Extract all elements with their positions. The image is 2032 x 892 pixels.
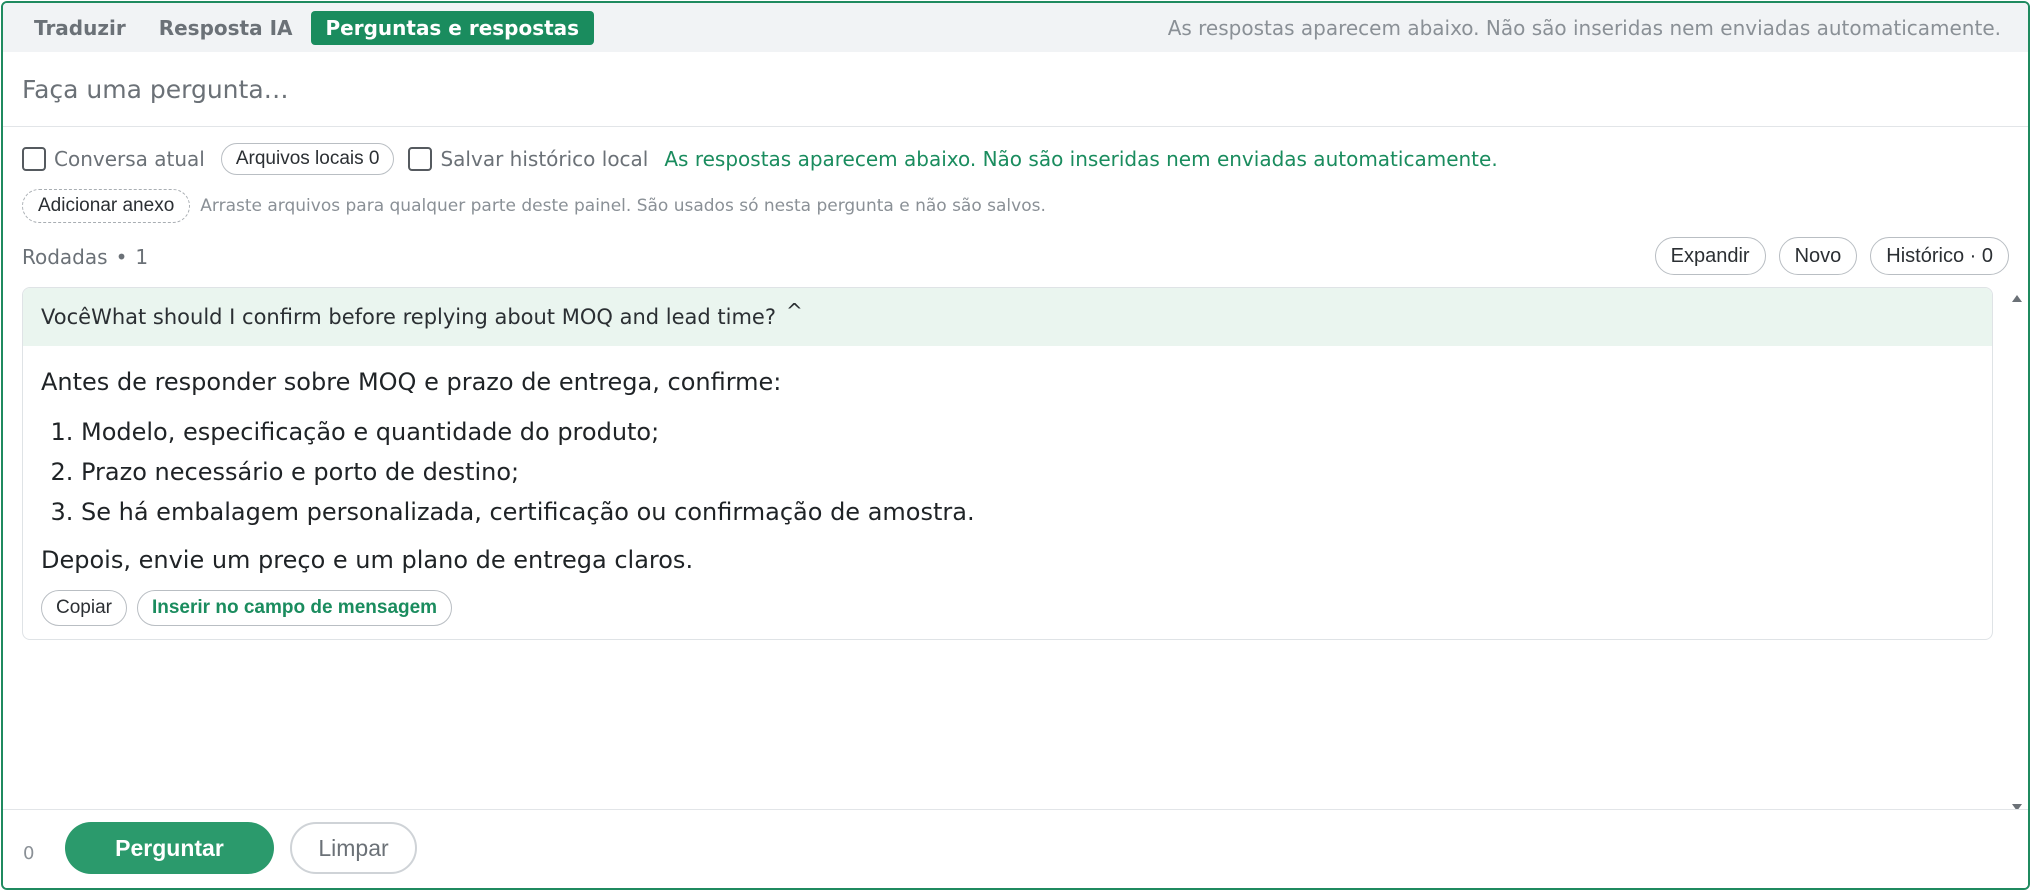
tab-ai-reply[interactable]: Resposta IA bbox=[144, 11, 308, 45]
conversation-area: Você What should I confirm before replyin… bbox=[22, 287, 1995, 813]
answer-body: Antes de responder sobre MOQ e prazo de … bbox=[23, 346, 1992, 626]
attach-row: Adicionar anexo Arraste arquivos para qu… bbox=[22, 189, 1046, 223]
answer-list: Modelo, especificação e quantidade do pr… bbox=[41, 412, 1974, 532]
scroll-up-icon[interactable] bbox=[2012, 295, 2022, 302]
tab-bar: Traduzir Resposta IA Perguntas e respost… bbox=[3, 3, 2028, 52]
conversation-actions: Expandir Novo Histórico · 0 bbox=[1654, 237, 2009, 275]
tab-questions-answers[interactable]: Perguntas e respostas bbox=[310, 10, 595, 45]
rounds-count: 1 bbox=[135, 245, 149, 269]
options-note: As respostas aparecem abaixo. Não são in… bbox=[664, 147, 1498, 171]
local-files-button[interactable]: Arquivos locais 0 bbox=[220, 143, 395, 175]
qa-round-card: Você What should I confirm before replyin… bbox=[22, 287, 1993, 640]
answer-outro: Depois, envie um preço e um plano de ent… bbox=[41, 546, 694, 574]
you-label: Você bbox=[41, 305, 92, 329]
rounds-separator: • bbox=[115, 245, 128, 269]
conversation-scrollbar[interactable] bbox=[2010, 287, 2024, 813]
question-input[interactable] bbox=[3, 52, 2028, 127]
new-button[interactable]: Novo bbox=[1778, 237, 1858, 275]
current-conversation-label: Conversa atual bbox=[54, 147, 205, 171]
tab-translate[interactable]: Traduzir bbox=[19, 11, 141, 45]
rounds-label: Rodadas bbox=[22, 245, 108, 269]
answer-intro: Antes de responder sobre MOQ e prazo de … bbox=[41, 368, 782, 396]
list-item: Modelo, especificação e quantidade do pr… bbox=[81, 412, 1974, 452]
qa-panel: Traduzir Resposta IA Perguntas e respost… bbox=[1, 1, 2030, 890]
question-header[interactable]: Você What should I confirm before replyin… bbox=[23, 288, 1992, 346]
save-history-checkbox[interactable] bbox=[408, 147, 433, 171]
collapse-caret-icon[interactable]: ^ bbox=[786, 299, 803, 323]
header-hint: As respostas aparecem abaixo. Não são in… bbox=[1167, 16, 2001, 40]
save-history-label: Salvar histórico local bbox=[440, 147, 649, 171]
history-button[interactable]: Histórico · 0 bbox=[1870, 237, 2009, 275]
copy-button[interactable]: Copiar bbox=[41, 590, 127, 626]
answer-actions: Copiar Inserir no campo de mensagem bbox=[41, 590, 1974, 626]
attach-hint: Arraste arquivos para qualquer parte des… bbox=[200, 196, 1046, 216]
rounds-counter: Rodadas • 1 bbox=[22, 245, 148, 269]
footer-bar: 0 Perguntar Limpar bbox=[3, 809, 2028, 888]
character-count: 0 bbox=[23, 843, 35, 864]
add-attachment-button[interactable]: Adicionar anexo bbox=[22, 189, 191, 223]
list-item: Se há embalagem personalizada, certifica… bbox=[81, 492, 1974, 532]
question-text: What should I confirm before replying ab… bbox=[91, 305, 776, 329]
list-item: Prazo necessário e porto de destino; bbox=[81, 452, 1974, 492]
expand-button[interactable]: Expandir bbox=[1654, 237, 1766, 275]
options-row: Conversa atual Arquivos locais 0 Salvar … bbox=[22, 143, 1498, 175]
clear-button[interactable]: Limpar bbox=[290, 822, 417, 874]
ask-button[interactable]: Perguntar bbox=[65, 822, 274, 874]
current-conversation-checkbox[interactable] bbox=[22, 147, 46, 171]
insert-into-message-button[interactable]: Inserir no campo de mensagem bbox=[136, 590, 453, 626]
